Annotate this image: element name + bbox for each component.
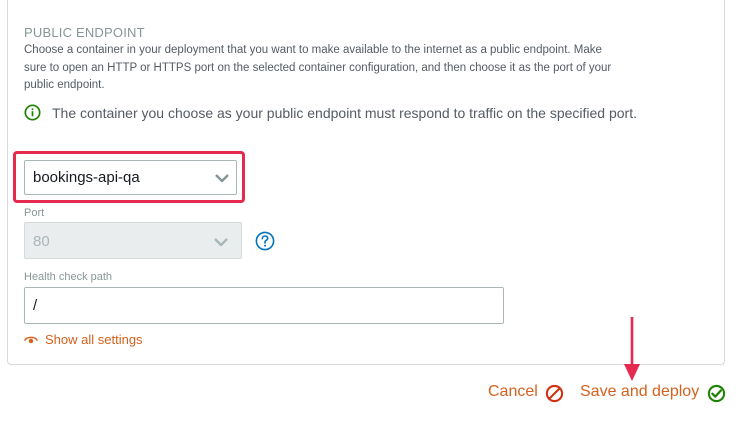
save-and-deploy-button[interactable]: Save and deploy bbox=[580, 382, 726, 404]
help-icon[interactable] bbox=[255, 231, 275, 251]
health-check-label: Health check path bbox=[24, 271, 113, 283]
cancel-label: Cancel bbox=[488, 383, 538, 400]
cancel-button[interactable]: Cancel bbox=[488, 382, 566, 404]
container-select-value: bookings-api-qa bbox=[33, 169, 140, 186]
section-description: Choose a container in your deployment th… bbox=[24, 44, 612, 91]
check-circle-icon bbox=[707, 384, 726, 403]
show-all-settings-label: Show all settings bbox=[45, 332, 143, 347]
port-label: Port bbox=[24, 207, 45, 219]
chevron-down-icon bbox=[215, 174, 229, 183]
info-icon bbox=[24, 104, 41, 121]
chevron-down-icon bbox=[214, 238, 228, 247]
cancel-icon bbox=[545, 384, 564, 403]
section-title: PUBLIC ENDPOINT bbox=[24, 25, 145, 40]
port-select[interactable]: 80 bbox=[24, 222, 242, 259]
save-and-deploy-label: Save and deploy bbox=[580, 383, 700, 400]
container-select[interactable]: bookings-api-qa bbox=[24, 160, 237, 195]
info-text: The container you choose as your public … bbox=[52, 105, 637, 121]
red-arrow-icon bbox=[624, 317, 640, 381]
port-select-value: 80 bbox=[33, 233, 50, 250]
eye-icon bbox=[24, 336, 38, 344]
health-check-path-input[interactable] bbox=[24, 287, 504, 324]
